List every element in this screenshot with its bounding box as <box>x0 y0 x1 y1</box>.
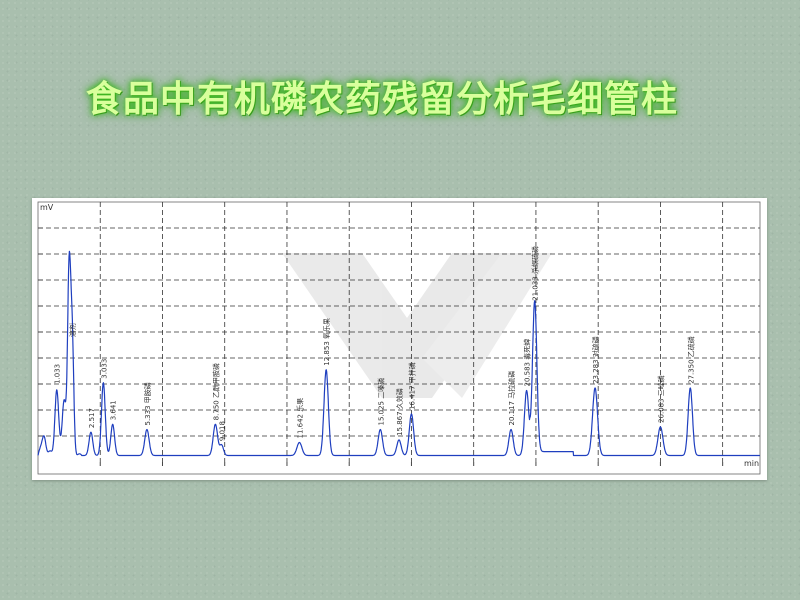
peak-label: 21.033 杀螟硫磷 <box>531 246 540 301</box>
peak-label: 5.333 甲胺磷 <box>143 382 152 425</box>
peak-label: 8.750 乙酰甲胺磷 <box>211 363 220 420</box>
peak-label: 11.642 乐果 <box>295 398 304 439</box>
x-axis-unit: min <box>744 459 759 468</box>
peak-label: 3.033 <box>100 359 108 379</box>
peak-label: 20.117 马拉硫磷 <box>507 371 516 426</box>
peak-label: 20.583 毒死蜱 <box>523 339 532 387</box>
chromatogram-panel: 1.033 溶剂 2.517 3.033 3.641 5.333 甲胺磷 8.750 乙酰甲… <box>32 198 767 480</box>
peak-label: 1.033 <box>54 364 62 384</box>
peak-label: 26.083 三唑磷 <box>656 375 665 423</box>
peak-label: 12.853 氧乐果 <box>322 318 331 366</box>
y-axis-unit: mV <box>40 203 54 212</box>
peak-label: 16.417 甲拌磷 <box>407 362 416 410</box>
peak-label: 2.517 <box>88 408 96 428</box>
peak-label: 15.867 久效磷 <box>395 388 404 436</box>
peak-label: 23.283 对硫磷 <box>591 336 600 384</box>
chromatogram-chart: 1.033 溶剂 2.517 3.033 3.641 5.333 甲胺磷 8.750 乙酰甲… <box>37 201 761 475</box>
slide-title: 食品中有机磷农药残留分析毛细管柱 <box>86 79 679 120</box>
peak-label: 9.018 <box>219 421 227 441</box>
peak-label: 3.641 <box>110 400 118 420</box>
peak-label: 溶剂 <box>68 323 77 337</box>
peak-label: 27.350 乙硫磷 <box>686 336 695 384</box>
peak-label: 15.025 二嗪磷 <box>376 378 385 426</box>
